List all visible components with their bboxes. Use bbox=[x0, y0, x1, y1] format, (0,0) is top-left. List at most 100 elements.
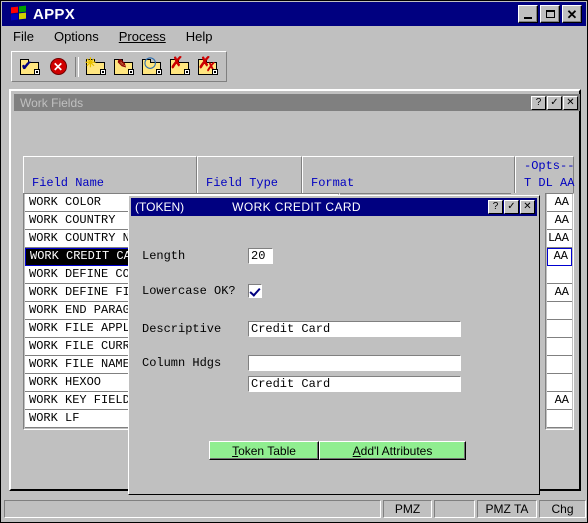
opts-row bbox=[547, 320, 572, 338]
opts-aa-code: AA bbox=[554, 213, 569, 227]
menu-options-label: Options bbox=[53, 29, 99, 44]
opts-row bbox=[547, 356, 572, 374]
work-fields-close-button[interactable]: ✕ bbox=[563, 95, 578, 110]
opts-aa-code: AA bbox=[554, 393, 569, 407]
addl-attributes-button[interactable]: Add'l Attributes bbox=[319, 441, 466, 460]
column-header-field-name: Field Name bbox=[23, 156, 197, 194]
appx-application-window: APPX ✕ File Options Process Help ✔ ✕ ✳ ✎… bbox=[0, 0, 588, 523]
work-fields-help-button[interactable]: ? bbox=[531, 95, 546, 110]
token-dialog-titlebar[interactable]: (TOKEN) WORK CREDIT CARD ? ✓ ✕ bbox=[131, 198, 537, 216]
opts-row bbox=[547, 410, 572, 428]
length-label: Length bbox=[142, 249, 186, 263]
cancel-button[interactable]: ✕ bbox=[45, 55, 71, 79]
addl-attributes-rest: dd'l Attributes bbox=[360, 443, 433, 458]
descriptive-input[interactable]: Credit Card bbox=[248, 321, 461, 337]
edit-folder-button[interactable]: ✎ bbox=[111, 55, 137, 79]
column-hdgs-field-row: Column Hdgs bbox=[142, 355, 461, 371]
opts-row bbox=[547, 338, 572, 356]
descriptive-field-row: Descriptive Credit Card bbox=[142, 321, 461, 337]
opts-row: AA bbox=[547, 194, 572, 212]
scan-folder-icon: ◯ bbox=[141, 57, 163, 76]
menu-help-label: Help bbox=[185, 29, 213, 44]
status-message bbox=[4, 500, 381, 518]
descriptive-label: Descriptive bbox=[142, 322, 222, 336]
token-table-button[interactable]: Token Table bbox=[209, 441, 319, 460]
menu-options[interactable]: Options bbox=[45, 27, 108, 46]
column-header-field-type-label: Field Type bbox=[206, 176, 279, 190]
opts-aa-code: AA bbox=[554, 195, 569, 209]
token-dialog-buttonbar: Token Table Add'l Attributes bbox=[209, 441, 466, 460]
menu-process[interactable]: Process bbox=[110, 27, 175, 46]
token-dialog-controls: ? ✓ ✕ bbox=[488, 200, 535, 214]
opts-row: L AA bbox=[547, 230, 572, 248]
new-folder-button[interactable]: ✳ bbox=[83, 55, 109, 79]
length-input[interactable]: 20 bbox=[248, 248, 273, 264]
app-title: APPX bbox=[33, 5, 76, 23]
token-dialog: (TOKEN) WORK CREDIT CARD ? ✓ ✕ Length 20… bbox=[128, 195, 540, 495]
delete-all-folder-icon: ✗ ✗ bbox=[198, 54, 218, 75]
delete-all-folder-button[interactable]: ✗ ✗ bbox=[195, 55, 221, 79]
new-folder-icon: ✳ bbox=[85, 56, 107, 76]
work-fields-titlebar[interactable]: Work Fields ? ✓ ✕ bbox=[14, 94, 580, 111]
edit-folder-icon: ✎ bbox=[113, 58, 135, 76]
token-dialog-ok-button[interactable]: ✓ bbox=[504, 200, 519, 214]
status-panel-pmz-ta: PMZ TA bbox=[477, 500, 537, 518]
column-hdgs-input-2[interactable]: Credit Card bbox=[248, 376, 461, 392]
column-header-field-type: Field Type bbox=[197, 156, 302, 194]
confirm-folder-button[interactable]: ✔ bbox=[17, 55, 43, 79]
window-controls: ✕ bbox=[518, 5, 582, 23]
work-fields-ok-button[interactable]: ✓ bbox=[547, 95, 562, 110]
opts-column-list: AA AA L AA AA AA AA bbox=[545, 193, 574, 430]
lowercase-label: Lowercase OK? bbox=[142, 284, 236, 298]
status-panel-mode: Chg bbox=[539, 500, 586, 518]
status-panel-blank bbox=[434, 500, 475, 518]
column-header-opts: -Opts-- T DL AA bbox=[515, 156, 574, 194]
column-header-opts-top-label: -Opts-- bbox=[524, 159, 575, 173]
menu-file[interactable]: File bbox=[4, 27, 43, 46]
opts-row: AA bbox=[547, 248, 572, 266]
menubar: File Options Process Help bbox=[2, 26, 586, 48]
lowercase-field-row: Lowercase OK? bbox=[142, 284, 262, 298]
main-titlebar: APPX ✕ bbox=[2, 2, 586, 26]
column-header-band: Field Name Field Type Format -Opts-- T D… bbox=[23, 156, 574, 194]
token-dialog-help-button[interactable]: ? bbox=[488, 200, 503, 214]
opts-row bbox=[547, 302, 572, 320]
opts-aa-code: AA bbox=[553, 249, 568, 263]
opts-aa-code: AA bbox=[554, 231, 569, 245]
opts-row bbox=[547, 266, 572, 284]
column-hdgs-field-row-2: Credit Card bbox=[248, 376, 461, 392]
minimize-button[interactable] bbox=[518, 5, 538, 23]
status-panel-pmz: PMZ bbox=[383, 500, 432, 518]
scan-folder-button[interactable]: ◯ bbox=[139, 55, 165, 79]
opts-row: AA bbox=[547, 392, 572, 410]
work-fields-title: Work Fields bbox=[20, 95, 84, 110]
column-header-opts-bottom-label: T DL AA bbox=[524, 176, 575, 190]
token-dialog-token-label: (TOKEN) bbox=[135, 200, 185, 214]
column-hdgs-label: Column Hdgs bbox=[142, 356, 222, 370]
column-header-format: Format bbox=[302, 156, 515, 194]
addl-attributes-accel: A bbox=[352, 443, 361, 458]
statusbar: PMZ PMZ TA Chg bbox=[4, 499, 586, 519]
column-hdgs-input-1[interactable] bbox=[248, 355, 461, 371]
length-field-row: Length 20 bbox=[142, 248, 273, 264]
column-header-format-label: Format bbox=[311, 176, 355, 190]
cancel-icon: ✕ bbox=[49, 58, 67, 75]
close-button[interactable]: ✕ bbox=[562, 5, 582, 23]
menu-help[interactable]: Help bbox=[177, 27, 222, 46]
toolbar-separator bbox=[75, 56, 79, 77]
maximize-button[interactable] bbox=[540, 5, 560, 23]
delete-folder-button[interactable]: ✗ bbox=[167, 55, 193, 79]
opts-row: AA bbox=[547, 284, 572, 302]
menu-file-label: File bbox=[13, 29, 34, 44]
toolbar: ✔ ✕ ✳ ✎ ◯ ✗ ✗ ✗ bbox=[11, 51, 227, 82]
delete-folder-icon: ✗ bbox=[169, 55, 191, 76]
token-dialog-title: WORK CREDIT CARD bbox=[232, 200, 361, 214]
menu-process-label: Process bbox=[118, 29, 166, 44]
token-dialog-close-button[interactable]: ✕ bbox=[520, 200, 535, 214]
opts-row bbox=[547, 374, 572, 392]
opts-dl-code: L bbox=[548, 231, 556, 245]
opts-aa-code: AA bbox=[554, 285, 569, 299]
work-fields-controls: ? ✓ ✕ bbox=[531, 95, 578, 110]
toolbar-area: ✔ ✕ ✳ ✎ ◯ ✗ ✗ ✗ bbox=[3, 48, 585, 85]
lowercase-checkbox[interactable] bbox=[248, 284, 262, 298]
